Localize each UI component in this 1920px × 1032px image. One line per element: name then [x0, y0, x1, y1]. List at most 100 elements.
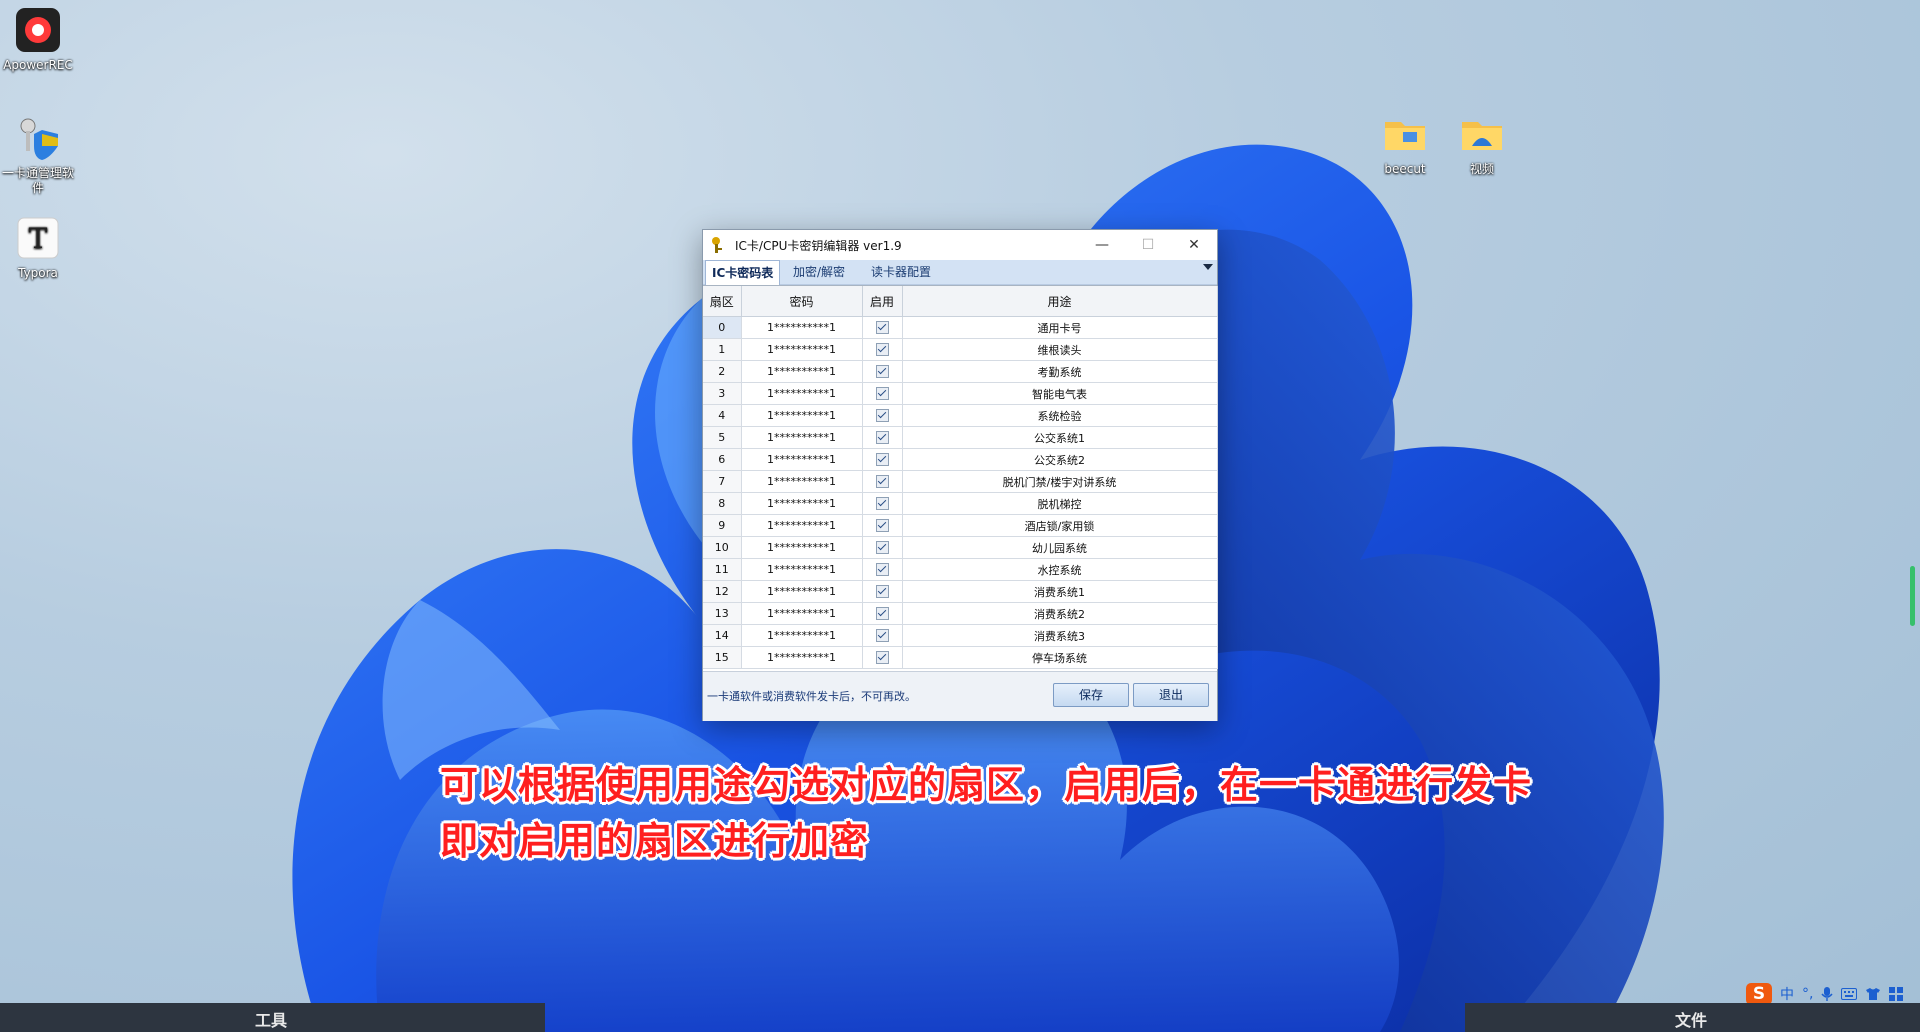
- password-cell[interactable]: 1**********1: [741, 316, 863, 339]
- title-bar[interactable]: IC卡/CPU卡密钥编辑器 ver1.9 — ☐ ✕: [703, 230, 1217, 260]
- minimize-button[interactable]: —: [1079, 230, 1125, 260]
- enabled-checkbox[interactable]: [875, 607, 889, 621]
- table-row[interactable]: 4 1**********1 系统检验: [703, 404, 1218, 427]
- save-button[interactable]: 保存: [1053, 683, 1129, 707]
- sector-cell[interactable]: 0: [703, 316, 742, 339]
- table-row[interactable]: 2 1**********1 考勤系统: [703, 360, 1218, 383]
- table-row[interactable]: 8 1**********1 脱机梯控: [703, 492, 1218, 515]
- purpose-cell[interactable]: 幼儿园系统: [902, 536, 1218, 559]
- table-row[interactable]: 1 1**********1 维根读头: [703, 338, 1218, 361]
- purpose-cell[interactable]: 考勤系统: [902, 360, 1218, 383]
- column-header-sector[interactable]: 扇区: [703, 286, 742, 317]
- enabled-checkbox[interactable]: [875, 431, 889, 445]
- sector-cell[interactable]: 4: [703, 404, 742, 427]
- purpose-cell[interactable]: 智能电气表: [902, 382, 1218, 405]
- purpose-cell[interactable]: 脱机梯控: [902, 492, 1218, 515]
- purpose-cell[interactable]: 公交系统2: [902, 448, 1218, 471]
- column-header-password[interactable]: 密码: [741, 286, 863, 317]
- tab-ic-password-table[interactable]: IC卡密码表: [705, 260, 781, 286]
- password-cell[interactable]: 1**********1: [741, 514, 863, 537]
- enabled-checkbox[interactable]: [875, 475, 889, 489]
- enabled-checkbox[interactable]: [875, 321, 889, 335]
- password-cell[interactable]: 1**********1: [741, 382, 863, 405]
- desktop-icon-beecut[interactable]: beecut: [1365, 110, 1445, 177]
- exit-button[interactable]: 退出: [1133, 683, 1209, 707]
- table-row[interactable]: 6 1**********1 公交系统2: [703, 448, 1218, 471]
- password-cell[interactable]: 1**********1: [741, 646, 863, 669]
- sector-cell[interactable]: 5: [703, 426, 742, 449]
- ime-language-toggle[interactable]: 中: [1780, 984, 1794, 1004]
- enabled-checkbox[interactable]: [875, 585, 889, 599]
- purpose-cell[interactable]: 酒店锁/家用锁: [902, 514, 1218, 537]
- password-cell[interactable]: 1**********1: [741, 492, 863, 515]
- password-cell[interactable]: 1**********1: [741, 448, 863, 471]
- sector-cell[interactable]: 3: [703, 382, 742, 405]
- enabled-checkbox[interactable]: [875, 453, 889, 467]
- purpose-cell[interactable]: 通用卡号: [902, 316, 1218, 339]
- table-row[interactable]: 15 1**********1 停车场系统: [703, 646, 1218, 669]
- sector-cell[interactable]: 9: [703, 514, 742, 537]
- purpose-cell[interactable]: 脱机门禁/楼宇对讲系统: [902, 470, 1218, 493]
- enabled-checkbox[interactable]: [875, 651, 889, 665]
- sector-cell[interactable]: 10: [703, 536, 742, 559]
- enabled-checkbox[interactable]: [875, 365, 889, 379]
- bottom-bar-files[interactable]: 文件: [1465, 1003, 1920, 1032]
- desktop-icon-card-manager[interactable]: 一卡通管理软件: [0, 114, 78, 196]
- table-row[interactable]: 14 1**********1 消费系统3: [703, 624, 1218, 647]
- close-button[interactable]: ✕: [1171, 230, 1217, 260]
- maximize-button[interactable]: ☐: [1125, 230, 1171, 260]
- purpose-cell[interactable]: 消费系统2: [902, 602, 1218, 625]
- password-cell[interactable]: 1**********1: [741, 624, 863, 647]
- table-row[interactable]: 7 1**********1 脱机门禁/楼宇对讲系统: [703, 470, 1218, 493]
- password-cell[interactable]: 1**********1: [741, 602, 863, 625]
- scroll-indicator[interactable]: [1910, 566, 1915, 626]
- table-row[interactable]: 12 1**********1 消费系统1: [703, 580, 1218, 603]
- table-row[interactable]: 10 1**********1 幼儿园系统: [703, 536, 1218, 559]
- password-cell[interactable]: 1**********1: [741, 360, 863, 383]
- sector-cell[interactable]: 11: [703, 558, 742, 581]
- enabled-checkbox[interactable]: [875, 629, 889, 643]
- grid-menu-icon[interactable]: [1889, 987, 1904, 1001]
- tab-encrypt-decrypt[interactable]: 加密/解密: [787, 260, 851, 284]
- password-cell[interactable]: 1**********1: [741, 558, 863, 581]
- chevron-down-icon[interactable]: [1203, 264, 1213, 270]
- sector-cell[interactable]: 15: [703, 646, 742, 669]
- enabled-checkbox[interactable]: [875, 409, 889, 423]
- password-cell[interactable]: 1**********1: [741, 470, 863, 493]
- sector-cell[interactable]: 1: [703, 338, 742, 361]
- password-cell[interactable]: 1**********1: [741, 426, 863, 449]
- sector-cell[interactable]: 7: [703, 470, 742, 493]
- sector-cell[interactable]: 13: [703, 602, 742, 625]
- enabled-checkbox[interactable]: [875, 497, 889, 511]
- enabled-checkbox[interactable]: [875, 519, 889, 533]
- microphone-icon[interactable]: [1821, 986, 1834, 1002]
- purpose-cell[interactable]: 消费系统1: [902, 580, 1218, 603]
- tab-reader-config[interactable]: 读卡器配置: [865, 260, 937, 284]
- table-row[interactable]: 5 1**********1 公交系统1: [703, 426, 1218, 449]
- table-row[interactable]: 3 1**********1 智能电气表: [703, 382, 1218, 405]
- sogou-ime-icon[interactable]: S: [1746, 983, 1772, 1005]
- bottom-bar-tools[interactable]: 工具: [0, 1003, 545, 1032]
- password-cell[interactable]: 1**********1: [741, 404, 863, 427]
- purpose-cell[interactable]: 维根读头: [902, 338, 1218, 361]
- column-header-enabled[interactable]: 启用: [862, 286, 903, 317]
- table-row[interactable]: 0 1**********1 通用卡号: [703, 316, 1218, 339]
- purpose-cell[interactable]: 系统检验: [902, 404, 1218, 427]
- sector-cell[interactable]: 6: [703, 448, 742, 471]
- purpose-cell[interactable]: 停车场系统: [902, 646, 1218, 669]
- desktop-icon-typora[interactable]: T Typora: [0, 214, 78, 281]
- table-row[interactable]: 9 1**********1 酒店锁/家用锁: [703, 514, 1218, 537]
- sector-cell[interactable]: 14: [703, 624, 742, 647]
- table-row[interactable]: 13 1**********1 消费系统2: [703, 602, 1218, 625]
- purpose-cell[interactable]: 公交系统1: [902, 426, 1218, 449]
- sector-cell[interactable]: 12: [703, 580, 742, 603]
- enabled-checkbox[interactable]: [875, 343, 889, 357]
- enabled-checkbox[interactable]: [875, 541, 889, 555]
- enabled-checkbox[interactable]: [875, 563, 889, 577]
- skin-shirt-icon[interactable]: [1865, 987, 1881, 1001]
- enabled-checkbox[interactable]: [875, 387, 889, 401]
- password-cell[interactable]: 1**********1: [741, 536, 863, 559]
- password-cell[interactable]: 1**********1: [741, 338, 863, 361]
- desktop-icon-video[interactable]: 视频: [1442, 110, 1522, 177]
- sector-cell[interactable]: 2: [703, 360, 742, 383]
